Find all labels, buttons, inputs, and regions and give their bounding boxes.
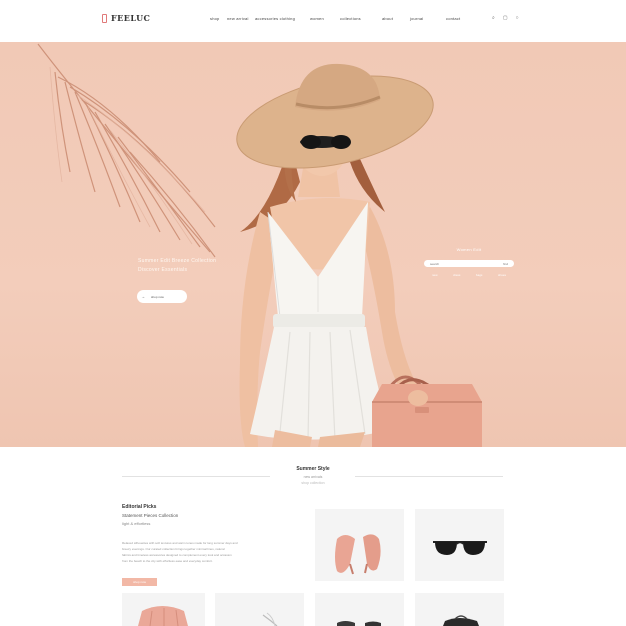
side-links: new dress bags shoes — [424, 273, 514, 277]
search-icon[interactable]: ⌕ — [492, 15, 495, 21]
product-card-skirt[interactable] — [122, 593, 205, 626]
heels-image — [335, 534, 381, 575]
side-panel-title: Women Edit — [456, 247, 482, 252]
nav-item-about[interactable]: about — [382, 16, 410, 21]
shoes-image — [337, 621, 381, 626]
sandals-image — [262, 612, 278, 626]
side-link-shoes[interactable]: shoes — [498, 273, 506, 277]
logo-text: FEELUC — [111, 13, 151, 23]
site-header: FEELUC shop new arrival accessories clot… — [0, 0, 626, 42]
nav-item-new-arrival[interactable]: new arrival — [227, 16, 255, 21]
feature-text-block: Editorial Picks Statement Pieces Collect… — [122, 504, 302, 564]
product-card-bag[interactable] — [415, 593, 504, 626]
feature-body-line: from the beach to the city with effortle… — [122, 559, 213, 563]
side-link-bags[interactable]: bags — [476, 273, 483, 277]
feature-shop-button[interactable]: shop now — [122, 578, 157, 586]
nav-item-accessories[interactable]: accessories clothing — [255, 16, 310, 21]
side-search-action[interactable]: find — [503, 262, 508, 266]
bag-image — [443, 615, 479, 626]
sunglasses-image — [433, 541, 487, 555]
nav-item-collections[interactable]: collections — [340, 16, 382, 21]
hero-cta-button[interactable]: → shop now — [137, 290, 187, 303]
user-icon[interactable]: ○ — [516, 15, 519, 21]
section-header: Summer Style new arrivals shop collectio… — [0, 466, 626, 485]
feature-subtitle: Statement Pieces Collection — [122, 513, 179, 518]
product-card-sandals[interactable] — [215, 593, 304, 626]
hero-banner: Summer Edit Breeze Collection Discover E… — [0, 42, 626, 447]
product-card-shoes[interactable] — [315, 593, 404, 626]
side-link-new[interactable]: new — [432, 273, 438, 277]
side-link-dress[interactable]: dress — [453, 273, 460, 277]
hero-cta-label: shop now — [151, 294, 164, 299]
section-subtitle-2: shop collection — [301, 481, 325, 485]
hero-side-panel: Women Edit search find new dress bags sh… — [424, 247, 514, 277]
side-search-input[interactable]: search find — [424, 260, 514, 267]
brand-logo[interactable]: FEELUC — [102, 13, 150, 23]
logo-mark-icon — [102, 13, 107, 23]
main-nav: shop new arrival accessories clothing wo… — [210, 16, 476, 21]
bag-icon[interactable]: ▢ — [503, 15, 508, 21]
arrow-right-icon: → — [141, 294, 145, 299]
hero-copy: Summer Edit Breeze Collection Discover E… — [138, 257, 216, 275]
nav-item-women[interactable]: women — [310, 16, 340, 21]
nav-item-shop[interactable]: shop — [210, 16, 227, 21]
skirt-image — [138, 606, 188, 626]
header-icons: ⌕ ▢ ○ — [492, 15, 519, 21]
section-subtitle: new arrivals — [303, 475, 323, 479]
nav-item-contact[interactable]: contact — [446, 16, 476, 21]
hero-headline: Summer Edit Breeze Collection — [138, 258, 217, 264]
nav-item-journal[interactable]: journal — [410, 16, 446, 21]
feature-body: Relaxed silhouettes with soft textures a… — [122, 540, 302, 564]
product-card-heels[interactable] — [315, 509, 404, 581]
hero-subline: Discover Essentials — [138, 267, 188, 273]
section-title: Summer Style — [296, 466, 330, 472]
feature-title: Editorial Picks — [122, 504, 157, 510]
feature-subtitle-2: light & effortless — [122, 521, 151, 526]
product-card-sunglasses[interactable] — [415, 509, 504, 581]
side-search-placeholder: search — [430, 261, 440, 266]
